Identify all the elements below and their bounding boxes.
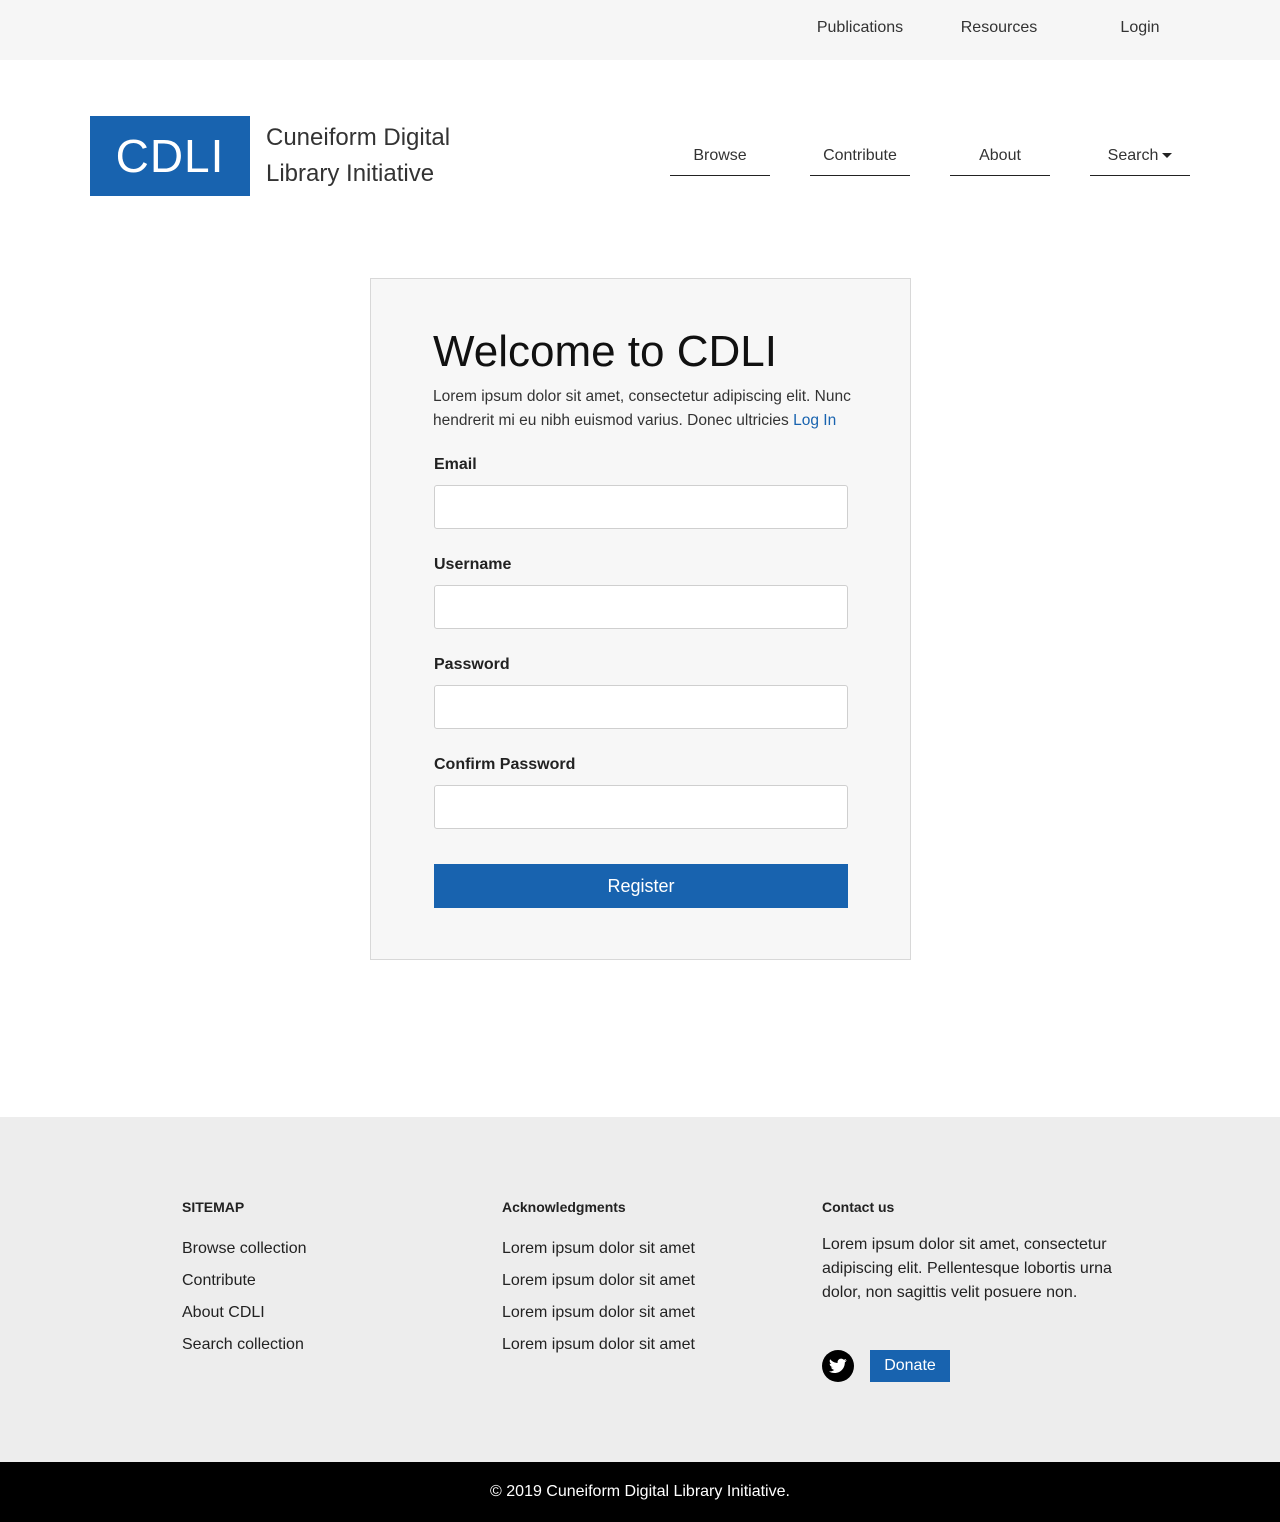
list-item: About CDLI: [182, 1297, 307, 1329]
nav-browse[interactable]: Browse: [670, 136, 770, 176]
top-utility-bar: Publications Resources Login: [0, 0, 1280, 60]
twitter-bird-icon: [829, 1358, 847, 1374]
site-name-line1: Cuneiform Digital: [266, 124, 451, 151]
list-item: Lorem ipsum dolor sit amet: [502, 1272, 695, 1289]
login-link[interactable]: Log In: [793, 412, 836, 429]
twitter-icon[interactable]: [822, 1350, 854, 1382]
confirm-password-field[interactable]: [434, 785, 848, 829]
contact-text: Lorem ipsum dolor sit amet, consectetur …: [822, 1236, 1112, 1301]
username-label: Username: [434, 556, 512, 573]
copyright-text: © 2019 Cuneiform Digital Library Initiat…: [490, 1483, 790, 1500]
nav-search-label: Search: [1107, 147, 1159, 164]
list-item: Lorem ipsum dolor sit amet: [502, 1336, 695, 1353]
acknowledgments-heading: Acknowledgments: [502, 1199, 626, 1215]
site-name-line2: Library Initiative: [266, 160, 435, 187]
sitemap-about-link[interactable]: About CDLI: [182, 1304, 265, 1321]
list-item: Contribute: [182, 1265, 307, 1297]
username-field[interactable]: [434, 585, 848, 629]
list-item: Lorem ipsum dolor sit amet: [502, 1304, 695, 1321]
footer: SITEMAP Browse collection Contribute Abo…: [0, 1117, 1280, 1462]
sitemap-contribute-link[interactable]: Contribute: [182, 1272, 256, 1289]
list-item: Lorem ipsum dolor sit amet: [502, 1240, 695, 1257]
site-name[interactable]: Cuneiform Digital Library Initiative: [266, 120, 506, 192]
sitemap-browse-link[interactable]: Browse collection: [182, 1240, 307, 1257]
nav-about[interactable]: About: [950, 136, 1050, 176]
register-card: Welcome to CDLI Lorem ipsum dolor sit am…: [370, 278, 911, 960]
topnav-publications-link[interactable]: Publications: [800, 19, 920, 37]
cdli-logo[interactable]: CDLI: [90, 116, 250, 196]
sitemap-heading: SITEMAP: [182, 1199, 245, 1215]
register-button[interactable]: Register: [434, 864, 848, 908]
nav-contribute[interactable]: Contribute: [810, 136, 910, 176]
list-item: Search collection: [182, 1329, 307, 1361]
intro-body: Lorem ipsum dolor sit amet, consectetur …: [433, 388, 851, 429]
sitemap-list: Browse collection Contribute About CDLI …: [182, 1233, 307, 1361]
nav-search-dropdown[interactable]: Search: [1090, 136, 1190, 176]
copyright-bar: © 2019 Cuneiform Digital Library Initiat…: [0, 1462, 1280, 1522]
email-field[interactable]: [434, 485, 848, 529]
password-label: Password: [434, 656, 510, 673]
intro-text: Lorem ipsum dolor sit amet, consectetur …: [433, 385, 883, 433]
topnav-resources-link[interactable]: Resources: [939, 19, 1059, 37]
caret-down-icon: [1162, 153, 1173, 159]
acknowledgments-list: Lorem ipsum dolor sit amet Lorem ipsum d…: [502, 1233, 695, 1361]
list-item: Browse collection: [182, 1233, 307, 1265]
page-title: Welcome to CDLI: [433, 327, 777, 376]
sitemap-search-link[interactable]: Search collection: [182, 1336, 304, 1353]
password-field[interactable]: [434, 685, 848, 729]
topnav-login-link[interactable]: Login: [1080, 19, 1200, 37]
donate-button[interactable]: Donate: [870, 1350, 950, 1382]
confirm-password-label: Confirm Password: [434, 756, 576, 773]
email-label: Email: [434, 456, 477, 473]
contact-heading: Contact us: [822, 1199, 895, 1215]
